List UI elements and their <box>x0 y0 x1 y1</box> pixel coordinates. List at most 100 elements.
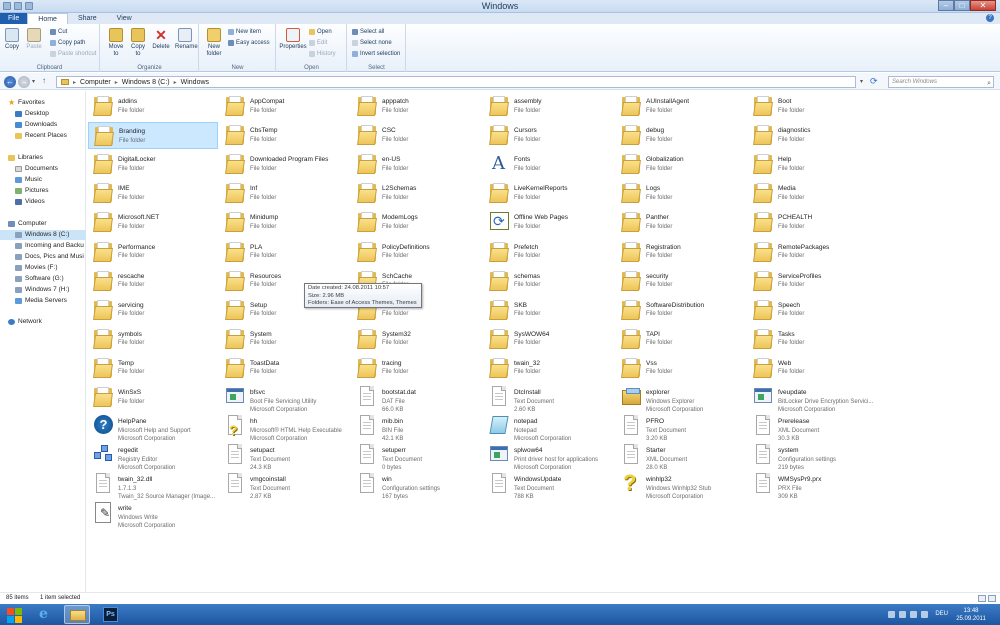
file-item[interactable]: ? HelpPane Microsoft Help and Support Micro… <box>88 413 218 442</box>
file-item[interactable]: rescache File folder <box>88 268 218 295</box>
file-item[interactable]: twain_32 File folder <box>484 355 614 382</box>
taskbar-internet-explorer[interactable]: e <box>34 605 60 624</box>
file-item[interactable]: ServiceProfiles File folder <box>748 268 878 295</box>
show-hidden-icons-icon[interactable] <box>888 611 895 618</box>
history-button[interactable]: History <box>309 50 336 58</box>
file-item[interactable]: Prefetch File folder <box>484 239 614 266</box>
file-item[interactable]: notepad Notepad Microsoft Corporation <box>484 413 614 442</box>
properties-button[interactable]: Properties <box>279 28 307 51</box>
delete-button[interactable]: ✕ Delete <box>152 28 170 51</box>
file-item[interactable]: PCHEALTH File folder <box>748 209 878 236</box>
file-item[interactable]: setupact Text Document 24.3 KB <box>220 442 350 471</box>
refresh-icon[interactable]: ⟳ <box>870 76 878 87</box>
file-item[interactable]: twain_32.dll 1.7.1.3 Twain_32 Source Manag… <box>88 471 218 500</box>
file-item[interactable]: SoftwareDistribution File folder <box>616 297 746 324</box>
file-item[interactable]: Globalization File folder <box>616 151 746 178</box>
file-item[interactable]: SysWOW64 File folder <box>484 326 614 353</box>
breadcrumb-drive[interactable]: Windows 8 (C:) <box>122 79 170 86</box>
up-arrow-icon[interactable]: ↑ <box>42 76 46 85</box>
nav-computer[interactable]: Computer <box>8 219 94 229</box>
file-item[interactable]: apppatch File folder <box>352 93 482 120</box>
file-item[interactable]: Temp File folder <box>88 355 218 382</box>
file-item[interactable]: TAPI File folder <box>616 326 746 353</box>
file-item[interactable]: fveupdate BitLocker Drive Encryption Serv… <box>748 384 878 413</box>
breadcrumb-windows[interactable]: Windows <box>181 79 209 86</box>
input-language[interactable]: DEU <box>935 611 948 617</box>
file-item[interactable]: Microsoft.NET File folder <box>88 209 218 236</box>
clock[interactable]: 13:48 25.09.2011 <box>952 607 990 623</box>
file-item[interactable]: PLA File folder <box>220 239 350 266</box>
copy-to-button[interactable]: Copy to <box>129 28 147 58</box>
file-item[interactable]: WinSxS File folder <box>88 384 218 411</box>
recent-locations-dropdown-icon[interactable]: ▾ <box>32 78 35 85</box>
file-item[interactable]: servicing File folder <box>88 297 218 324</box>
invert-selection-button[interactable]: Invert selection <box>352 50 400 58</box>
file-item[interactable]: Inf File folder <box>220 180 350 207</box>
file-item[interactable]: security File folder <box>616 268 746 295</box>
file-item[interactable]: ModemLogs File folder <box>352 209 482 236</box>
address-dropdown-icon[interactable]: ▾ <box>860 78 863 85</box>
copy-button[interactable]: Copy <box>4 28 20 51</box>
file-item[interactable]: Minidump File folder <box>220 209 350 236</box>
file-item[interactable]: CbsTemp File folder <box>220 122 350 149</box>
file-item[interactable]: bootstat.dat DAT File 66.0 KB <box>352 384 482 413</box>
file-item[interactable]: bfsvc Boot File Servicing Utility Microsof… <box>220 384 350 413</box>
file-item[interactable]: Vss File folder <box>616 355 746 382</box>
file-item[interactable]: symbols File folder <box>88 326 218 353</box>
nav-favorites[interactable]: ★ Favorites <box>8 98 94 108</box>
file-item[interactable]: A Fonts File folder <box>484 151 614 178</box>
new-folder-button[interactable]: New folder <box>204 28 224 58</box>
chevron-right-icon[interactable]: ▸ <box>115 79 118 86</box>
back-button[interactable]: ← <box>4 76 16 88</box>
file-item[interactable]: ToastData File folder <box>220 355 350 382</box>
file-item[interactable]: regedit Registry Editor Microsoft Corporat… <box>88 442 218 471</box>
search-input[interactable]: Search Windows ⌕ <box>888 76 994 88</box>
tab-view[interactable]: View <box>107 13 142 24</box>
file-item[interactable]: Logs File folder <box>616 180 746 207</box>
file-item[interactable]: Speech File folder <box>748 297 878 324</box>
volume-icon[interactable] <box>921 611 928 618</box>
forward-button[interactable]: → <box>18 76 30 88</box>
network-tray-icon[interactable] <box>910 611 917 618</box>
file-item[interactable]: Help File folder <box>748 151 878 178</box>
file-item[interactable]: CSC File folder <box>352 122 482 149</box>
file-item[interactable]: Downloaded Program Files File folder <box>220 151 350 178</box>
file-item[interactable]: DigitalLocker File folder <box>88 151 218 178</box>
file-item[interactable]: ? winhlp32 Windows Winhlp32 Stub Microsoft … <box>616 471 746 501</box>
address-bar[interactable]: ▸ Computer ▸ Windows 8 (C:) ▸ Windows <box>56 76 856 88</box>
file-item[interactable]: Branding File folder <box>88 122 218 150</box>
file-item[interactable]: mib.bin BIN File 42.1 KB <box>352 413 482 442</box>
file-item[interactable]: win Configuration settings 167 bytes <box>352 471 482 500</box>
tab-file[interactable]: File <box>0 13 28 24</box>
flag-icon[interactable] <box>899 611 906 618</box>
cut-button[interactable]: Cut <box>50 28 67 36</box>
file-item[interactable]: DtcInstall Text Document 2.60 KB <box>484 384 614 413</box>
file-item[interactable]: system Configuration settings 219 bytes <box>748 442 878 471</box>
details-view-icon[interactable] <box>978 595 986 602</box>
file-item[interactable]: PFRO Text Document 3.20 KB <box>616 413 746 442</box>
file-item[interactable]: Tasks File folder <box>748 326 878 353</box>
file-item[interactable]: WindowsUpdate Text Document 788 KB <box>484 471 614 500</box>
search-icon[interactable]: ⌕ <box>987 78 991 89</box>
file-item[interactable]: schemas File folder <box>484 268 614 295</box>
copy-path-button[interactable]: Copy path <box>50 39 85 47</box>
minimize-button[interactable]: – <box>938 0 954 11</box>
file-item[interactable]: IME File folder <box>88 180 218 207</box>
file-item[interactable]: PolicyDefinitions File folder <box>352 239 482 266</box>
file-item[interactable]: en-US File folder <box>352 151 482 178</box>
file-item[interactable]: LiveKernelReports File folder <box>484 180 614 207</box>
file-item[interactable]: debug File folder <box>616 122 746 149</box>
file-item[interactable]: Registration File folder <box>616 239 746 266</box>
new-item-button[interactable]: New item <box>228 28 261 36</box>
file-item[interactable]: RemotePackages File folder <box>748 239 878 266</box>
rename-button[interactable]: Rename <box>175 28 198 51</box>
file-item[interactable]: ? hh Microsoft® HTML Help Executable Micros… <box>220 413 350 442</box>
file-item[interactable]: System32 File folder <box>352 326 482 353</box>
open-button[interactable]: Open <box>309 28 332 36</box>
file-item[interactable]: L2Schemas File folder <box>352 180 482 207</box>
breadcrumb-computer[interactable]: Computer <box>80 79 111 86</box>
file-item[interactable]: Starter XML Document 28.0 KB <box>616 442 746 471</box>
file-item[interactable]: diagnostics File folder <box>748 122 878 149</box>
chevron-right-icon[interactable]: ▸ <box>73 79 76 86</box>
file-item[interactable]: addins File folder <box>88 93 218 120</box>
